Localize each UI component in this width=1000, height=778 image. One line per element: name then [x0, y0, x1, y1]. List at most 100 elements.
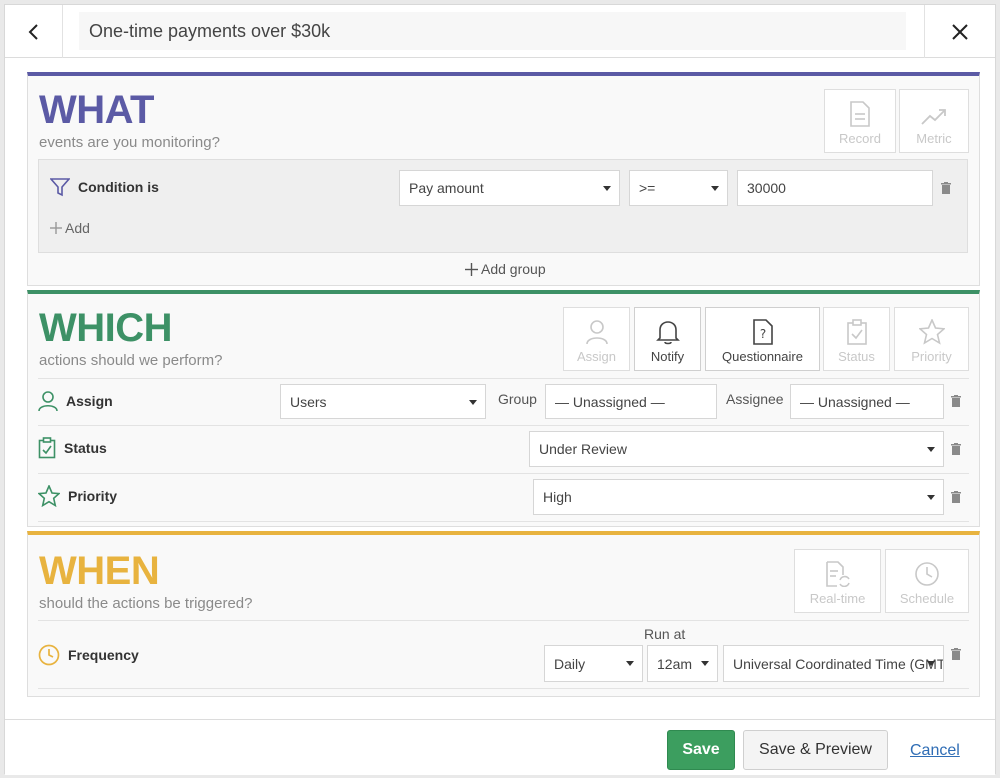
trash-icon[interactable] [950, 395, 962, 408]
record-type-button[interactable]: Record [824, 89, 896, 153]
trend-icon [921, 109, 946, 125]
notify-action-label: Notify [650, 349, 685, 364]
run-at-label: Run at [644, 626, 686, 642]
which-section: WHICH actions should we perform? Assign … [27, 290, 980, 527]
back-button[interactable] [5, 5, 63, 58]
clock-icon [38, 644, 60, 666]
group-select[interactable]: — Unassigned — [545, 384, 717, 419]
group-value: — Unassigned — [555, 393, 665, 410]
status-action-button[interactable]: Status [823, 307, 890, 371]
assignee-label: Assignee [726, 391, 784, 407]
questionnaire-action-label: Questionnaire [722, 349, 803, 364]
priority-select[interactable]: High [533, 479, 944, 515]
chevron-down-icon [927, 661, 935, 666]
when-subtitle: should the actions be triggered? [39, 595, 253, 612]
questionnaire-action-button[interactable]: ? Questionnaire [705, 307, 820, 371]
condition-group: Condition is Pay amount >= 30000 Add [38, 159, 968, 253]
condition-operator-value: >= [639, 180, 656, 196]
document-icon [850, 101, 870, 127]
priority-action-button[interactable]: Priority [894, 307, 969, 371]
assign-action-button[interactable]: Assign [563, 307, 630, 371]
which-title: WHICH [39, 306, 173, 350]
timezone-select[interactable]: Universal Coordinated Time (GMT) [723, 645, 944, 682]
trash-icon[interactable] [940, 182, 952, 195]
save-button[interactable]: Save [667, 730, 735, 770]
assign-action-label: Assign [576, 349, 617, 364]
chevron-left-icon [28, 23, 38, 40]
star-icon [38, 485, 60, 507]
chevron-down-icon [469, 400, 477, 405]
divider [38, 425, 969, 426]
record-type-label: Record [839, 131, 881, 146]
schedule-trigger-button[interactable]: Schedule [885, 549, 969, 613]
plus-icon [465, 262, 478, 276]
condition-field-value: Pay amount [409, 180, 484, 196]
divider [38, 688, 969, 689]
when-title: WHEN [39, 549, 160, 593]
chevron-down-icon [711, 186, 719, 191]
when-section: WHEN should the actions be triggered? Re… [27, 531, 980, 697]
chevron-down-icon [603, 186, 611, 191]
priority-label: Priority [68, 488, 118, 504]
run-at-time-select[interactable]: 12am [647, 645, 718, 682]
clock-icon [915, 562, 939, 586]
frequency-select[interactable]: Daily [544, 645, 643, 682]
bell-icon [655, 321, 680, 345]
what-section: WHAT events are you monitoring? Record M… [27, 72, 980, 286]
metric-type-button[interactable]: Metric [899, 89, 969, 153]
trash-icon[interactable] [950, 443, 962, 456]
chevron-down-icon [927, 447, 935, 452]
realtime-doc-icon [825, 561, 850, 587]
notify-action-button[interactable]: Notify [634, 307, 701, 371]
trash-icon[interactable] [950, 491, 962, 504]
divider [38, 378, 969, 379]
status-select[interactable]: Under Review [529, 431, 944, 467]
chevron-down-icon [927, 495, 935, 500]
priority-value: High [543, 489, 572, 505]
realtime-trigger-label: Real-time [809, 591, 866, 606]
chevron-down-icon [626, 661, 634, 666]
header: One-time payments over $30k [5, 5, 995, 58]
realtime-trigger-button[interactable]: Real-time [794, 549, 881, 613]
trash-icon[interactable] [950, 648, 962, 661]
add-condition-button[interactable]: Add [50, 220, 90, 236]
filter-icon [50, 178, 70, 197]
assignee-select[interactable]: — Unassigned — [790, 384, 944, 419]
assign-label: Assign [66, 393, 113, 409]
divider [38, 521, 969, 522]
condition-row-label: Condition is [50, 177, 159, 197]
question-doc-icon: ? [752, 319, 773, 345]
close-button[interactable] [924, 5, 995, 58]
assign-type-value: Users [290, 393, 327, 410]
rule-title-input[interactable]: One-time payments over $30k [79, 12, 906, 50]
assignee-value: — Unassigned — [800, 393, 910, 410]
frequency-label: Frequency [68, 647, 139, 663]
which-subtitle: actions should we perform? [39, 352, 223, 369]
add-group-button[interactable]: Add group [465, 261, 546, 277]
rule-editor-window: One-time payments over $30k WHAT events … [4, 4, 996, 775]
metric-type-label: Metric [916, 131, 952, 146]
plus-icon [50, 222, 62, 234]
frequency-value: Daily [554, 655, 586, 672]
assign-type-select[interactable]: Users [280, 384, 486, 419]
what-subtitle: events are you monitoring? [39, 134, 220, 151]
svg-text:?: ? [759, 327, 765, 341]
priority-row-label: Priority [38, 485, 117, 507]
status-value: Under Review [539, 441, 627, 457]
footer: Save Save & Preview Cancel [5, 719, 995, 775]
clipboard-check-icon [38, 437, 56, 459]
condition-value-text: 30000 [747, 180, 786, 196]
status-label: Status [64, 440, 107, 456]
status-row-label: Status [38, 437, 107, 459]
condition-operator-select[interactable]: >= [629, 170, 728, 206]
close-icon [952, 23, 968, 40]
condition-field-select[interactable]: Pay amount [399, 170, 620, 206]
group-label: Group [498, 391, 537, 407]
condition-value-input[interactable]: 30000 [737, 170, 933, 206]
save-preview-button[interactable]: Save & Preview [743, 730, 888, 770]
frequency-row-label: Frequency [38, 644, 139, 666]
divider [38, 473, 969, 474]
cancel-link[interactable]: Cancel [910, 742, 960, 760]
add-condition-label: Add [65, 220, 90, 236]
what-title: WHAT [39, 88, 155, 132]
